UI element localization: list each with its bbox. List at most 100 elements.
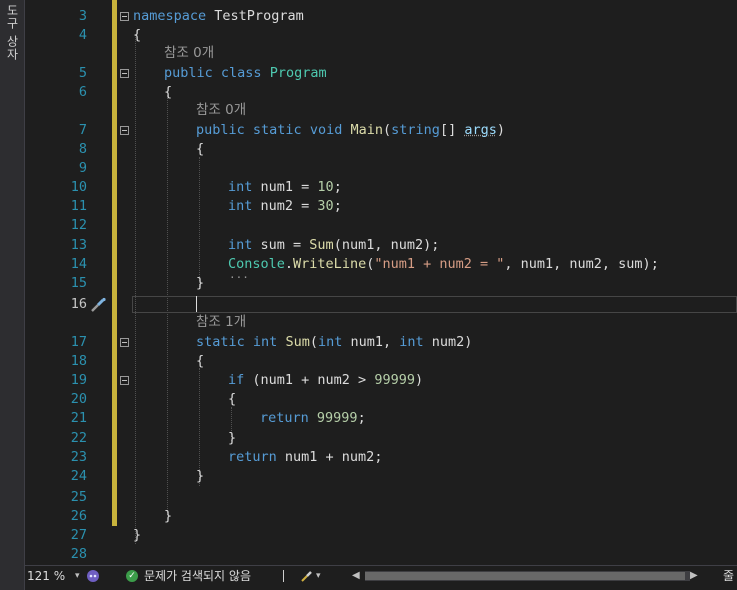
code-line[interactable]: 26 }	[25, 507, 737, 526]
code-text[interactable]: Console.WriteLine("num1 + num2 = ", num1…	[228, 255, 659, 274]
line-number: 26	[70, 508, 87, 524]
quick-actions-screwdriver-icon[interactable]	[89, 297, 107, 313]
collapse-toggle[interactable]	[120, 69, 129, 78]
code-cleanup-brush-icon[interactable]	[300, 569, 314, 583]
code-text[interactable]: {	[164, 83, 172, 102]
line-number: 27	[70, 527, 87, 543]
code-line[interactable]: 23 return num1 + num2;	[25, 448, 737, 467]
scroll-right-arrow-icon[interactable]: ▶	[690, 566, 698, 586]
code-cleanup-dropdown-icon[interactable]: ▾	[316, 566, 321, 586]
code-text[interactable]: int num2 = 30;	[228, 197, 342, 216]
code-text[interactable]: int num1 = 10;	[228, 178, 342, 197]
line-number: 16	[70, 296, 87, 312]
status-separator	[283, 570, 284, 582]
code-text[interactable]: }	[164, 507, 172, 526]
code-text[interactable]: if (num1 + num2 > 99999)	[228, 371, 423, 390]
code-line[interactable]: 25	[25, 488, 737, 507]
line-number: 10	[70, 179, 87, 195]
code-text[interactable]: return 99999;	[260, 409, 366, 428]
line-number: 6	[78, 84, 87, 100]
line-number: 28	[70, 546, 87, 562]
code-line[interactable]: 16	[25, 295, 737, 314]
code-line[interactable]: 18 {	[25, 352, 737, 371]
line-number: 9	[78, 160, 87, 176]
line-number: 24	[70, 468, 87, 484]
code-text[interactable]: {	[196, 140, 204, 159]
issues-status-text[interactable]: 문제가 검색되지 않음	[144, 566, 251, 586]
code-text[interactable]: }	[228, 429, 236, 448]
code-line[interactable]: 6 {	[25, 83, 737, 102]
line-number: 3	[78, 8, 87, 24]
code-line[interactable]: 4 {	[25, 26, 737, 45]
toolbox-tab-label[interactable]: 도구 상자	[4, 4, 21, 61]
line-number: 14	[70, 256, 87, 272]
zoom-dropdown-arrow-icon[interactable]: ▾	[75, 566, 80, 586]
code-line[interactable]: 7 public static void Main(string[] args)	[25, 121, 737, 140]
line-number: 7	[78, 122, 87, 138]
code-text[interactable]: {	[133, 26, 141, 45]
code-line[interactable]: 5 public class Program	[25, 64, 737, 83]
code-line[interactable]: 15 }	[25, 274, 737, 293]
codelens-references[interactable]: 참조 0개	[164, 44, 214, 63]
collapse-toggle[interactable]	[120, 338, 129, 347]
code-text[interactable]: namespace TestProgram	[133, 7, 304, 26]
line-number: 18	[70, 353, 87, 369]
zoom-level-select[interactable]: 121 %	[27, 566, 65, 586]
code-text[interactable]: return num1 + num2;	[228, 448, 382, 467]
line-number: 21	[70, 410, 87, 426]
line-number: 19	[70, 372, 87, 388]
code-text[interactable]: {	[228, 390, 236, 409]
toolbox-side-panel[interactable]: 도구 상자	[0, 0, 25, 590]
line-number: 25	[70, 489, 87, 505]
line-number: 4	[78, 27, 87, 43]
codelens-references[interactable]: 참조 0개	[196, 101, 246, 120]
codelens-references[interactable]: 참조 1개	[196, 313, 246, 332]
collapse-toggle[interactable]	[120, 376, 129, 385]
editor-status-bar: 121 % ▾ ✓ 문제가 검색되지 않음 ▾ ◀ ▶ 줄	[25, 565, 737, 590]
line-position-label: 줄	[723, 569, 735, 583]
code-text[interactable]: int sum = Sum(num1, num2);	[228, 236, 439, 255]
code-line[interactable]: 8 {	[25, 140, 737, 159]
line-number: 11	[70, 198, 87, 214]
code-line[interactable]: 17 static int Sum(int num1, int num2)	[25, 333, 737, 352]
line-number: 20	[70, 391, 87, 407]
code-line[interactable]: 19 if (num1 + num2 > 99999)	[25, 371, 737, 390]
code-line[interactable]: 22 }	[25, 429, 737, 448]
code-text[interactable]: }	[196, 274, 204, 293]
code-line[interactable]: 12	[25, 216, 737, 235]
line-number: 8	[78, 141, 87, 157]
code-text[interactable]: }	[133, 526, 141, 545]
code-text[interactable]: public static void Main(string[] args)	[196, 121, 505, 140]
no-issues-check-icon[interactable]: ✓	[126, 570, 138, 582]
code-line[interactable]: 9	[25, 159, 737, 178]
line-number: 13	[70, 237, 87, 253]
line-number: 22	[70, 430, 87, 446]
code-line[interactable]: 20 {	[25, 390, 737, 409]
line-number: 5	[78, 65, 87, 81]
scroll-left-arrow-icon[interactable]: ◀	[352, 566, 360, 586]
code-line[interactable]: 14 Console.WriteLine("num1 + num2 = ", n…	[25, 255, 737, 274]
code-line[interactable]: 13 int sum = Sum(num1, num2);	[25, 236, 737, 255]
code-line[interactable]: 21 return 99999;	[25, 409, 737, 428]
line-number: 17	[70, 334, 87, 350]
code-text[interactable]: }	[196, 467, 204, 486]
code-line[interactable]: 11 int num2 = 30;	[25, 197, 737, 216]
code-line[interactable]: 3 namespace TestProgram	[25, 7, 737, 26]
line-number: 23	[70, 449, 87, 465]
code-line[interactable]: 27 }	[25, 526, 737, 545]
code-line[interactable]: 10 int num1 = 10;	[25, 178, 737, 197]
code-text[interactable]: static int Sum(int num1, int num2)	[196, 333, 472, 352]
code-line[interactable]: 24 }	[25, 467, 737, 486]
zoom-level-value: 121 %	[27, 569, 66, 583]
line-number: 15	[70, 275, 87, 291]
copilot-icon[interactable]	[86, 569, 100, 583]
code-text[interactable]: {	[196, 352, 204, 371]
line-number: 12	[70, 217, 87, 233]
horizontal-scrollbar[interactable]	[365, 571, 690, 581]
code-editor[interactable]: 3 namespace TestProgram 4 { 참조 0개 5 publ…	[25, 0, 737, 565]
collapse-toggle[interactable]	[120, 12, 129, 21]
code-text[interactable]: public class Program	[164, 64, 327, 83]
collapse-toggle[interactable]	[120, 126, 129, 135]
code-line[interactable]: 28	[25, 545, 737, 564]
horizontal-scrollbar-thumb[interactable]	[365, 572, 685, 580]
